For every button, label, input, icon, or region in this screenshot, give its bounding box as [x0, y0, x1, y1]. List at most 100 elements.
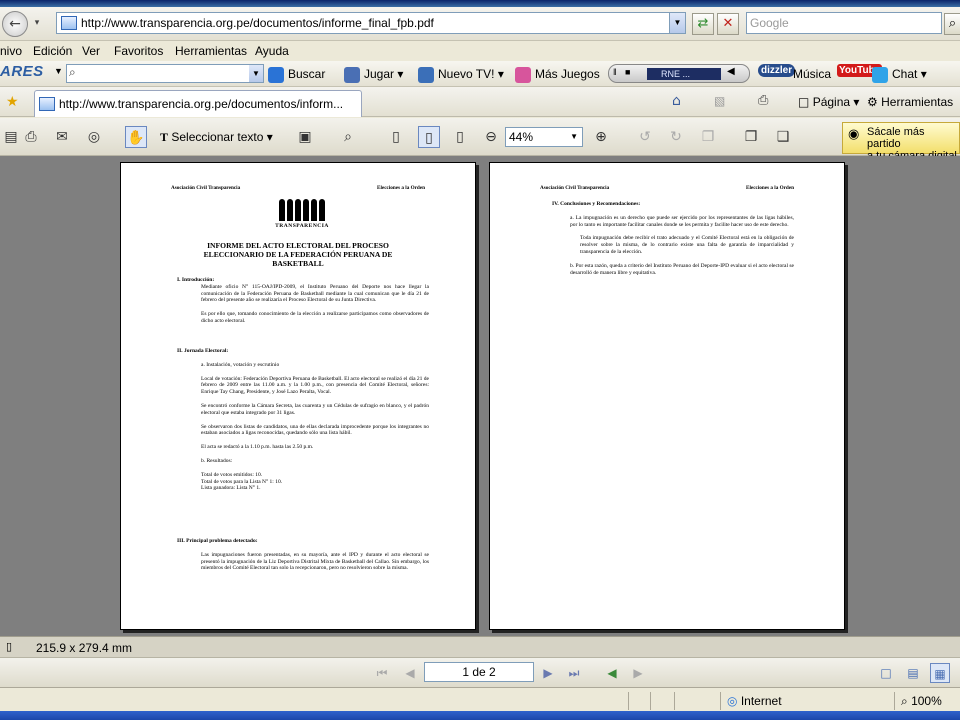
zoom-level-input[interactable]: 44% ▼ [505, 127, 583, 147]
menu-edicion[interactable]: Edición [33, 44, 72, 58]
mas-juegos-label: Más Juegos [535, 67, 600, 82]
previous-page-icon[interactable]: ◀ [400, 663, 420, 683]
zone-label: Internet [740, 694, 782, 708]
section-2-para-1: Local de votación: Federación Deportiva … [201, 375, 430, 396]
page-size-text: 215.9 x 279.4 mm [36, 641, 133, 655]
brand-dropdown-icon[interactable]: ▼ [54, 66, 63, 76]
section-2-heading: II. Jornada Electoral: [177, 348, 229, 354]
search-go-icon[interactable]: ⌕ [944, 13, 960, 35]
zoom-out-icon[interactable]: ⊖ [480, 126, 502, 148]
pdf-page-1[interactable]: Asociación Civil Transparencia Eleccione… [120, 162, 476, 630]
first-page-icon[interactable]: ⏮ [372, 663, 392, 683]
find-binoculars-icon[interactable]: ◎ [83, 126, 105, 148]
pause-icon[interactable]: ‖ [613, 67, 617, 77]
section-1-heading: I. Introducción: [177, 277, 215, 283]
back-arrow-icon[interactable]: ← [2, 11, 28, 37]
tv-icon [418, 67, 434, 83]
section-2-para-2: Se encontró conforme la Cámara Secreta, … [201, 402, 429, 416]
section-2-para-4: El acta se redactó a la 1.10 p.m. hasta … [201, 444, 314, 451]
chat-button[interactable]: Chat ▾ [872, 67, 927, 83]
zoom-tool-icon[interactable]: ⌕ [337, 126, 359, 148]
musica-link[interactable]: Música [793, 67, 831, 81]
menu-herramientas[interactable]: Herramientas [175, 44, 247, 58]
section-2-para-3: Se observaron dos listas de candidatos, … [201, 423, 429, 437]
stop-small-icon[interactable]: ■ [625, 67, 630, 77]
camera-icon: ◉ [848, 127, 860, 142]
status-cell-empty-3 [674, 692, 694, 710]
actual-size-icon[interactable]: ▯ [385, 126, 407, 148]
last-page-icon[interactable]: ⏭ [564, 663, 584, 683]
pdf-viewer[interactable]: Asociación Civil Transparencia Eleccione… [0, 156, 960, 636]
facing-view-icon[interactable]: ▦ [930, 663, 950, 683]
menu-favoritos[interactable]: Favoritos [114, 44, 163, 58]
address-dropdown-icon[interactable]: ▼ [669, 13, 685, 33]
search-input[interactable]: Google [746, 12, 942, 34]
fit-page-icon[interactable]: ▯ [418, 126, 440, 148]
feeds-icon[interactable]: ▧ [714, 94, 725, 108]
page-number-input[interactable]: 1 de 2 [424, 662, 534, 682]
toolbar-search-dropdown-icon[interactable]: ▼ [249, 65, 263, 82]
text-cursor-icon: T [160, 130, 169, 144]
zoom-value: 44% [509, 130, 534, 144]
stop-icon[interactable]: ✕ [717, 13, 739, 35]
promo-banner[interactable]: ◉ Sácale más partido a tu cámara digital [842, 122, 960, 162]
pagina-label: Página [812, 95, 851, 109]
buscar-button[interactable]: Buscar [268, 67, 325, 83]
menu-ver[interactable]: Ver [82, 44, 100, 58]
nuevo-tv-button[interactable]: Nuevo TV! ▾ [418, 67, 504, 83]
toolbar-search-input[interactable]: ⌕ ▼ [66, 64, 264, 83]
security-zone[interactable]: ◎ Internet [720, 692, 890, 710]
rotate-left-icon[interactable]: ↺ [634, 126, 656, 148]
rotate-right-icon[interactable]: ↻ [665, 126, 687, 148]
tab-page-icon [39, 97, 55, 111]
fit-width-icon[interactable]: ▯ [449, 126, 471, 148]
page1-header-left: Asociación Civil Transparencia [171, 185, 241, 191]
radio-station-display[interactable]: RNE ... [647, 68, 721, 80]
radio-player[interactable]: ‖ ■ RNE ... ◀ [608, 64, 750, 83]
taskbar-strip [0, 711, 960, 720]
herramientas-menu[interactable]: ⚙ Herramientas [867, 95, 953, 109]
single-page-view-icon[interactable]: □ [876, 663, 896, 683]
pdf-status-bar: ▯ 215.9 x 279.4 mm [0, 636, 960, 657]
select-text-tool[interactable]: T Seleccionar texto ▾ [160, 130, 273, 145]
section-4-item-a-para-2: Toda impugnación debe recibir el trato a… [580, 235, 794, 255]
jugar-button[interactable]: Jugar ▾ [344, 67, 403, 83]
copy-icon[interactable]: ❐ [697, 126, 719, 148]
toolbar-brand: ARES [0, 63, 44, 80]
pagina-menu[interactable]: □ Página ▾ [798, 95, 859, 109]
arrow-right-icon [268, 67, 284, 83]
pdf-page-2[interactable]: Asociación Civil Transparencia Eleccione… [489, 162, 845, 630]
go-forward-view-icon[interactable]: ▶ [628, 663, 648, 683]
volume-icon[interactable]: ◀ [727, 66, 735, 77]
zoom-dropdown-icon[interactable]: ▼ [570, 128, 578, 146]
tab-bar: ★ http://www.transparencia.org.pe/docume… [0, 87, 960, 117]
dizzler-logo[interactable]: dizzler [758, 64, 796, 77]
address-url[interactable]: http://www.transparencia.org.pe/document… [81, 16, 669, 30]
pdf-toolbar: ▤ ⎙ ✉ ◎ ✋ T Seleccionar texto ▾ ▣ ⌕ ▯ ▯ … [0, 118, 960, 162]
tab-current[interactable]: http://www.transparencia.org.pe/document… [34, 90, 362, 117]
page-layout-icon[interactable]: ❐ [740, 126, 762, 148]
email-icon[interactable]: ✉ [51, 126, 73, 148]
home-icon[interactable]: ⌂ [672, 93, 681, 109]
status-zoom[interactable]: ⌕ 100% [894, 692, 960, 710]
zoom-in-icon[interactable]: ⊕ [590, 126, 612, 148]
history-dropdown-icon[interactable]: ▾ [30, 11, 44, 37]
nuevo-tv-label: Nuevo TV! [438, 67, 495, 82]
menu-archivo[interactable]: nivo [0, 44, 22, 58]
menu-ayuda[interactable]: Ayuda [255, 44, 289, 58]
add-favorite-star-icon[interactable]: ★ [6, 93, 19, 110]
section-2: II. Jornada Electoral: a. Instalación, v… [177, 348, 429, 492]
pdf-print-icon[interactable]: ⎙ [20, 126, 42, 148]
address-field[interactable]: http://www.transparencia.org.pe/document… [56, 12, 686, 34]
go-back-view-icon[interactable]: ◀ [602, 663, 622, 683]
snapshot-icon[interactable]: ▣ [294, 126, 316, 148]
continuous-view-icon[interactable]: ▤ [903, 663, 923, 683]
next-page-icon[interactable]: ▶ [538, 663, 558, 683]
refresh-icon[interactable]: ⇄ [692, 13, 714, 35]
save-icon[interactable]: ▤ [0, 126, 22, 148]
section-1: I. Introducción: Mediante oficio N° 115-… [177, 277, 429, 325]
print-icon[interactable]: ⎙ [758, 93, 768, 108]
mas-juegos-button[interactable]: Más Juegos [515, 67, 600, 83]
hand-tool-icon[interactable]: ✋ [125, 126, 147, 148]
page-layout-alt-icon[interactable]: ❑ [772, 126, 794, 148]
